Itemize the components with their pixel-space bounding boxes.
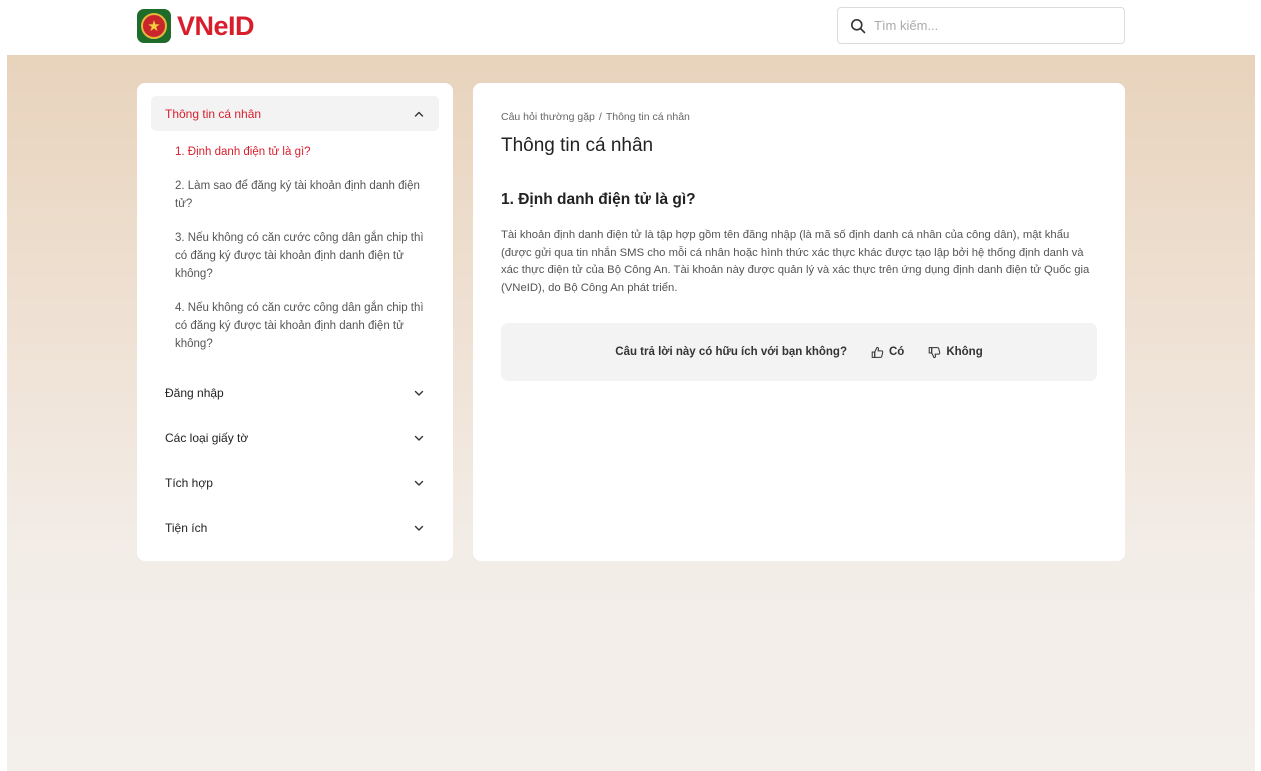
chevron-up-icon (414, 111, 424, 117)
search-box[interactable] (837, 7, 1125, 44)
section-title: Các loại giấy tờ (165, 430, 249, 445)
breadcrumb-current: Thông tin cá nhân (605, 111, 690, 123)
logo-text: VNeID (177, 10, 255, 41)
faq-content: Câu hỏi thường gặp / Thông tin cá nhân T… (473, 83, 1125, 561)
chevron-down-icon (414, 390, 424, 396)
section-title: Tiện ích (165, 520, 208, 535)
feedback-question: Câu trả lời này có hữu ích với bạn không… (615, 346, 847, 358)
section-dang-nhap[interactable]: Đăng nhập (151, 375, 439, 410)
feedback-yes-label: Có (888, 346, 905, 358)
feedback-yes-button[interactable]: Có (871, 346, 904, 359)
logo[interactable]: ★ VNeID (137, 8, 255, 44)
feedback-no-label: Không (946, 346, 983, 358)
breadcrumb-separator: / (598, 111, 602, 123)
question-title: 1. Định danh điện tử là gì? (501, 191, 696, 208)
chevron-down-icon (414, 480, 424, 486)
answer-text: Tài khoản định danh điện tử là tập hợp g… (501, 229, 1090, 294)
page-title: Thông tin cá nhân (501, 135, 654, 156)
section-tich-hop[interactable]: Tích hợp (151, 465, 439, 500)
search-input[interactable] (874, 18, 1114, 33)
section-thong-tin-ca-nhan[interactable]: Thông tin cá nhân (151, 96, 439, 131)
section-title: Thông tin cá nhân (165, 106, 262, 121)
thumbs-up-icon (871, 346, 884, 358)
question-item-2[interactable]: 2. Làm sao để đăng ký tài khoản định dan… (175, 177, 435, 213)
search-icon (851, 18, 866, 33)
breadcrumb-root-link[interactable]: Câu hỏi thường gặp (501, 111, 595, 123)
feedback-no-button[interactable]: Không (928, 346, 983, 359)
question-list: 1. Định danh điện tử là gì? 2. Làm sao đ… (151, 131, 439, 375)
chevron-down-icon (414, 435, 424, 441)
vneid-emblem-icon: ★ (137, 9, 171, 43)
section-title: Đăng nhập (165, 385, 224, 400)
section-tien-ich[interactable]: Tiện ích (151, 510, 439, 545)
breadcrumb: Câu hỏi thường gặp / Thông tin cá nhân (501, 111, 1097, 123)
question-item-1[interactable]: 1. Định danh điện tử là gì? (175, 143, 435, 161)
section-cac-loai-giay-to[interactable]: Các loại giấy tờ (151, 420, 439, 455)
question-item-3[interactable]: 3. Nếu không có căn cước công dân gắn ch… (175, 229, 435, 283)
header: ★ VNeID (0, 0, 1261, 55)
feedback-bar: Câu trả lời này có hữu ích với bạn không… (501, 323, 1097, 381)
chevron-down-icon (414, 525, 424, 531)
thumbs-down-icon (929, 346, 941, 358)
faq-sidebar: Thông tin cá nhân 1. Định danh điện tử l… (137, 83, 453, 561)
question-item-4[interactable]: 4. Nếu không có căn cước công dân gắn ch… (175, 299, 435, 353)
section-title: Tích hợp (165, 475, 213, 490)
